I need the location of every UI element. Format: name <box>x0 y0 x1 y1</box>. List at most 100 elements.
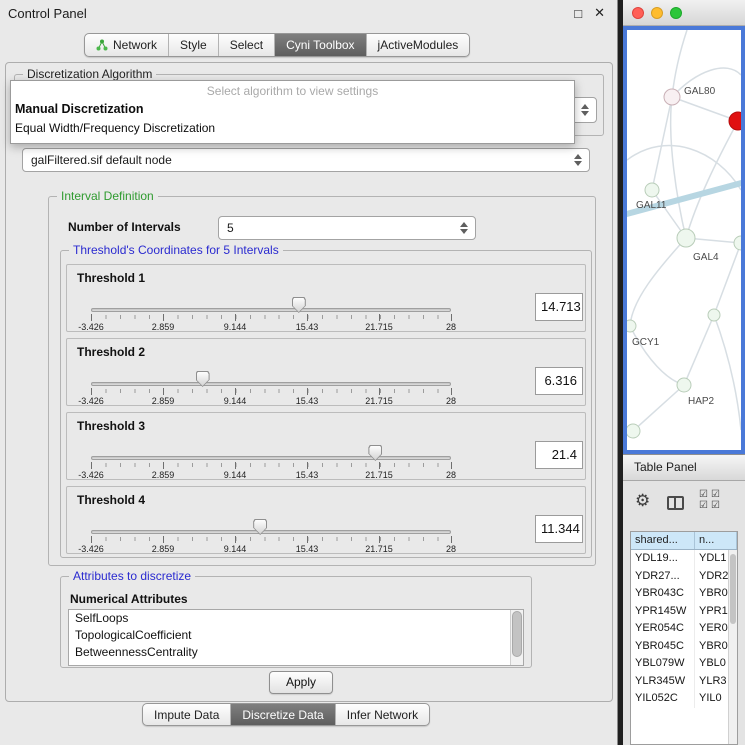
table-scrollbar[interactable] <box>728 550 737 744</box>
tab-select[interactable]: Select <box>218 34 274 56</box>
table-cell[interactable]: YIL052C <box>631 690 695 708</box>
table-panel-title: Table Panel <box>634 460 697 474</box>
table-cell[interactable]: YLR345W <box>631 673 695 691</box>
tab-label: Infer Network <box>347 708 418 722</box>
major-tick <box>451 462 452 469</box>
column-header-shared-name[interactable]: shared... <box>631 532 695 549</box>
network-node[interactable] <box>708 309 720 321</box>
network-window-titlebar[interactable] <box>623 0 745 26</box>
tab-cyni-toolbox[interactable]: Cyni Toolbox <box>274 34 365 56</box>
selected-network-node[interactable] <box>729 112 741 130</box>
close-traffic-light[interactable] <box>632 7 644 19</box>
network-node[interactable] <box>627 320 636 332</box>
checkbox-icon[interactable]: ☑ <box>699 489 711 500</box>
threshold-value-field[interactable]: 14.713 <box>535 293 583 321</box>
table-cell[interactable]: YDR27... <box>631 568 695 586</box>
slider-track[interactable] <box>91 308 451 312</box>
num-intervals-select[interactable]: 5 <box>218 216 476 240</box>
slider-major-ticks <box>91 388 451 396</box>
table-cell[interactable]: YPR145W <box>631 603 695 621</box>
table-row[interactable]: YIL052CYIL0 <box>631 690 737 708</box>
threshold-rows: Threshold 1 -3.4262.8599.14415.4321.7152… <box>66 264 586 556</box>
scale-label: 28 <box>446 396 456 406</box>
column-header-name[interactable]: n... <box>695 532 737 549</box>
minimize-traffic-light[interactable] <box>651 7 663 19</box>
num-intervals-value: 5 <box>227 221 234 235</box>
num-intervals-label: Number of Intervals <box>68 220 181 234</box>
major-tick <box>235 388 236 395</box>
slider-track[interactable] <box>91 456 451 460</box>
network-node[interactable] <box>734 236 741 250</box>
major-tick <box>451 314 452 321</box>
tab-discretize-data[interactable]: Discretize Data <box>230 704 334 725</box>
network-node[interactable] <box>627 424 640 438</box>
network-node[interactable] <box>664 89 680 105</box>
list-item[interactable]: SelfLoops <box>69 610 523 627</box>
threshold-label: Threshold 3 <box>77 419 145 433</box>
table-panel-header[interactable]: Table Panel <box>623 454 745 481</box>
zoom-traffic-light[interactable] <box>670 7 682 19</box>
threshold-value-field[interactable]: 21.4 <box>535 441 583 469</box>
combo-stepper-icon <box>581 104 589 116</box>
node-table: shared... n... YDL19...YDL1YDR27...YDR2Y… <box>630 531 738 745</box>
list-item[interactable]: TopologicalCoefficient <box>69 627 523 644</box>
table-cell[interactable]: YER054C <box>631 620 695 638</box>
tab-impute-data[interactable]: Impute Data <box>143 704 230 725</box>
table-row[interactable]: YDR27...YDR2 <box>631 568 737 586</box>
list-scrollbar[interactable] <box>510 610 523 665</box>
slider-scale: -3.4262.8599.14415.4321.71528 <box>91 470 451 480</box>
scrollbar-thumb[interactable] <box>512 611 522 657</box>
list-item[interactable]: BetweennessCentrality <box>69 644 523 661</box>
network-node[interactable] <box>677 378 691 392</box>
dropdown-option-equal-width[interactable]: Equal Width/Frequency Discretization <box>11 119 574 138</box>
network-icon <box>96 39 108 51</box>
tab-infer-network[interactable]: Infer Network <box>335 704 429 725</box>
network-node[interactable] <box>677 229 695 247</box>
threshold-label: Threshold 4 <box>77 493 145 507</box>
table-row[interactable]: YBR043CYBR0 <box>631 585 737 603</box>
checkbox-icon[interactable]: ☑ <box>711 500 723 511</box>
column-visibility-checkboxes[interactable]: ☑ ☑ ☑ ☑ <box>699 489 723 511</box>
network-node[interactable] <box>645 183 659 197</box>
tab-network[interactable]: Network <box>85 34 168 56</box>
tab-jactivemodules[interactable]: jActiveModules <box>366 34 470 56</box>
float-window-icon[interactable]: □ <box>574 6 582 21</box>
slider-track[interactable] <box>91 530 451 534</box>
dropdown-option-manual[interactable]: Manual Discretization <box>11 100 574 119</box>
table-row[interactable]: YER054CYER0 <box>631 620 737 638</box>
table-cell[interactable]: YBR045C <box>631 638 695 656</box>
table-header-row: shared... n... <box>631 532 737 550</box>
table-rows: YDL19...YDL1YDR27...YDR2YBR043CYBR0YPR14… <box>631 550 737 708</box>
table-row[interactable]: YBR045CYBR0 <box>631 638 737 656</box>
table-data-select[interactable]: galFiltered.sif default node <box>22 148 590 172</box>
group-title: Threshold's Coordinates for 5 Intervals <box>69 243 283 257</box>
node-label: GCY1 <box>632 337 660 348</box>
major-tick <box>163 462 164 469</box>
table-cell[interactable]: YDL19... <box>631 550 695 568</box>
attributes-list[interactable]: SelfLoopsTopologicalCoefficientBetweenne… <box>68 609 524 666</box>
table-row[interactable]: YLR345WYLR3 <box>631 673 737 691</box>
scrollbar-thumb[interactable] <box>730 554 736 624</box>
columns-icon[interactable] <box>667 496 684 510</box>
major-tick <box>307 388 308 395</box>
checkbox-icon[interactable]: ☑ <box>711 489 723 500</box>
network-view[interactable]: GAL80 GAL11 GAL4 GCY1 HAP2 <box>623 26 745 454</box>
table-row[interactable]: YBL079WYBL0 <box>631 655 737 673</box>
apply-button[interactable]: Apply <box>269 671 333 694</box>
table-row[interactable]: YPR145WYPR1 <box>631 603 737 621</box>
table-cell[interactable]: YBR043C <box>631 585 695 603</box>
scale-label: 9.144 <box>224 470 247 480</box>
threshold-value-field[interactable]: 6.316 <box>535 367 583 395</box>
gear-icon[interactable]: ⚙ <box>635 492 650 509</box>
major-tick <box>235 536 236 543</box>
scale-label: 9.144 <box>224 322 247 332</box>
tab-style[interactable]: Style <box>168 34 218 56</box>
close-icon[interactable]: ✕ <box>594 5 605 21</box>
table-row[interactable]: YDL19...YDL1 <box>631 550 737 568</box>
threshold-value-field[interactable]: 11.344 <box>535 515 583 543</box>
major-tick <box>379 536 380 543</box>
checkbox-icon[interactable]: ☑ <box>699 500 711 511</box>
slider-track[interactable] <box>91 382 451 386</box>
control-panel-titlebar[interactable]: Control Panel <box>0 0 617 26</box>
table-cell[interactable]: YBL079W <box>631 655 695 673</box>
